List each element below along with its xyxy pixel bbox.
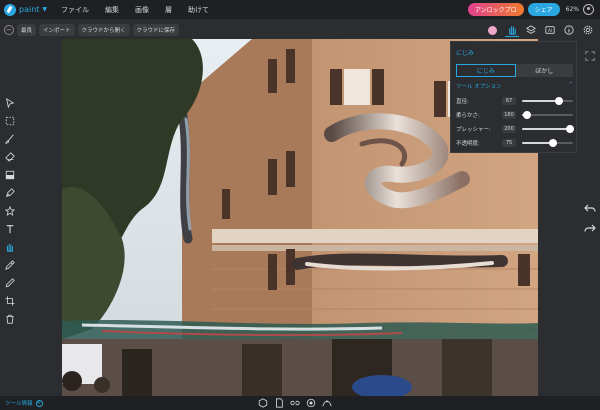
save-cloud-button[interactable]: クラウドに保存 bbox=[132, 24, 180, 36]
option-pressure-fill bbox=[522, 127, 571, 130]
path-icon[interactable] bbox=[322, 398, 332, 408]
option-diameter: 直径: 67 bbox=[456, 96, 573, 105]
smudge-options-panel: にじみ にじみ ぼかし ツール オプション ⌃ 直径: 67 柔らかさ: 180… bbox=[450, 41, 577, 153]
tool-info-link[interactable]: ツール情報 bbox=[5, 399, 33, 407]
undo-icon[interactable] bbox=[584, 200, 596, 212]
logo-icon bbox=[4, 3, 16, 16]
avatar[interactable] bbox=[583, 4, 594, 15]
option-pressure: プレッシャー: 200 bbox=[456, 124, 575, 133]
panel-title: にじみ bbox=[456, 50, 475, 57]
paint-app: paint ▼ ファイル 編集 画像 層 助けて アンロックプロ シェア 62%… bbox=[0, 0, 600, 410]
reset-button[interactable]: 最良 bbox=[17, 24, 37, 36]
chevron-up-icon: ⌃ bbox=[568, 82, 573, 88]
svg-text:AI: AI bbox=[548, 28, 552, 33]
option-softness-slider[interactable] bbox=[522, 110, 573, 119]
option-pressure-label: プレッシャー: bbox=[456, 126, 491, 133]
pen-icon[interactable] bbox=[3, 186, 16, 199]
document-icon[interactable] bbox=[274, 398, 284, 408]
text-icon[interactable] bbox=[3, 222, 16, 235]
smudge-tool-icon[interactable] bbox=[505, 23, 519, 37]
mode-smudge-button[interactable]: にじみ bbox=[456, 64, 516, 77]
hexagon-icon[interactable] bbox=[258, 398, 268, 408]
link-icon[interactable] bbox=[290, 398, 300, 408]
smudge-icon[interactable] bbox=[3, 240, 16, 253]
option-pressure-slider[interactable] bbox=[522, 124, 575, 133]
share-button[interactable]: シェア bbox=[527, 3, 560, 16]
option-pressure-knob[interactable] bbox=[566, 124, 575, 133]
target-icon[interactable] bbox=[306, 398, 316, 408]
expand-icon[interactable] bbox=[585, 46, 595, 61]
unlock-pro-button[interactable]: アンロックプロ bbox=[467, 3, 524, 16]
eraser-icon[interactable] bbox=[3, 150, 16, 163]
option-opacity-slider[interactable] bbox=[522, 138, 573, 147]
logo-text: paint bbox=[19, 5, 40, 14]
crop-icon[interactable] bbox=[3, 294, 16, 307]
menu-help[interactable]: 助けて bbox=[180, 5, 217, 15]
color-swatch[interactable] bbox=[488, 25, 497, 35]
mode-toggle: にじみ ぼかし bbox=[456, 64, 573, 77]
plus-icon[interactable]: + bbox=[35, 399, 43, 407]
option-opacity: 不透明度: 75 bbox=[456, 138, 573, 147]
menu-edit[interactable]: 編集 bbox=[97, 5, 127, 15]
fill-icon[interactable] bbox=[3, 168, 16, 181]
status-tools bbox=[258, 396, 332, 410]
mode-blur-button[interactable]: ぼかし bbox=[515, 64, 573, 77]
option-softness: 柔らかさ: 180 bbox=[456, 110, 573, 119]
brush-icon[interactable] bbox=[3, 132, 16, 145]
layers-icon[interactable] bbox=[524, 23, 538, 37]
pointer-icon[interactable] bbox=[3, 96, 16, 109]
marquee-icon[interactable] bbox=[3, 114, 16, 127]
option-softness-label: 柔らかさ: bbox=[456, 112, 480, 119]
option-softness-knob[interactable] bbox=[523, 110, 532, 119]
tool-options-header[interactable]: ツール オプション ⌃ bbox=[456, 82, 573, 90]
open-cloud-button[interactable]: クラウドから開く bbox=[77, 24, 130, 36]
chevron-down-icon: ▼ bbox=[42, 6, 48, 13]
menu-layer[interactable]: 層 bbox=[157, 5, 180, 15]
option-diameter-label: 直径: bbox=[456, 98, 469, 105]
tool-options-heading: ツール オプション bbox=[456, 84, 502, 90]
trash-icon[interactable] bbox=[3, 312, 16, 325]
minus-icon[interactable]: − bbox=[4, 25, 14, 35]
option-diameter-slider[interactable] bbox=[522, 96, 573, 105]
option-opacity-knob[interactable] bbox=[548, 138, 557, 147]
option-opacity-label: 不透明度: bbox=[456, 140, 480, 147]
option-softness-value[interactable]: 180 bbox=[502, 110, 516, 119]
gear-icon[interactable] bbox=[581, 23, 595, 37]
option-diameter-value[interactable]: 67 bbox=[502, 96, 516, 105]
status-bar: ツール情報 + bbox=[0, 396, 600, 410]
tool-rail bbox=[0, 41, 20, 396]
menu-image[interactable]: 画像 bbox=[127, 5, 157, 15]
option-opacity-value[interactable]: 75 bbox=[502, 138, 516, 147]
redo-icon[interactable] bbox=[584, 220, 596, 232]
app-logo[interactable]: paint ▼ bbox=[0, 0, 53, 19]
option-pressure-value[interactable]: 200 bbox=[502, 124, 516, 133]
zoom-level[interactable]: 62% bbox=[566, 6, 579, 13]
top-toolbar: − 最良 インポート クラウドから開く クラウドに保存 AI bbox=[0, 19, 600, 41]
star-icon[interactable] bbox=[3, 204, 16, 217]
import-button[interactable]: インポート bbox=[39, 24, 75, 36]
info-icon[interactable] bbox=[562, 23, 576, 37]
menu-bar: paint ▼ ファイル 編集 画像 層 助けて アンロックプロ シェア 62% bbox=[0, 0, 600, 19]
pencil-icon[interactable] bbox=[3, 276, 16, 289]
option-diameter-fill bbox=[522, 99, 559, 102]
menu-file[interactable]: ファイル bbox=[53, 5, 97, 15]
adjust-icon[interactable]: AI bbox=[543, 23, 557, 37]
dropper-icon[interactable] bbox=[3, 258, 16, 271]
option-diameter-knob[interactable] bbox=[554, 96, 563, 105]
